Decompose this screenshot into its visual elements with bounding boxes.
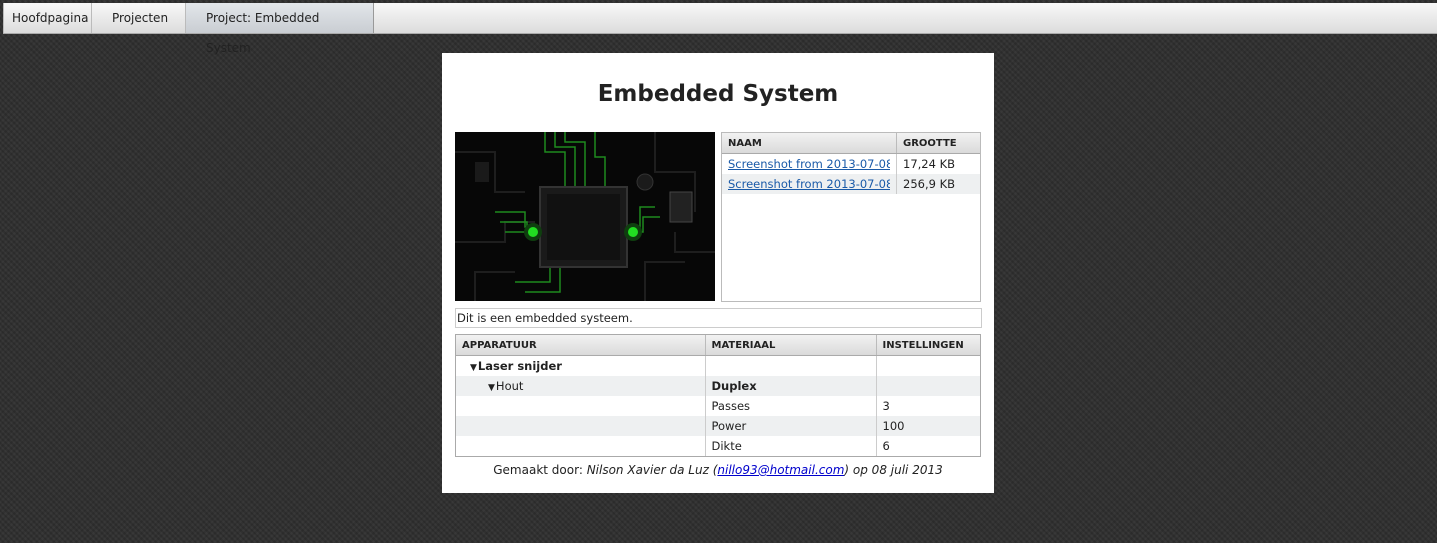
tree-row-machine[interactable]: ▼Laser snijder bbox=[456, 355, 980, 376]
project-description: Dit is een embedded systeem. bbox=[455, 308, 982, 328]
footer-credits: Gemaakt door: Nilson Xavier da Luz (nill… bbox=[442, 463, 994, 477]
material-group-label: Hout bbox=[495, 379, 524, 393]
tab-projecten[interactable]: Projecten bbox=[92, 3, 186, 33]
file-size: 17,24 KB bbox=[896, 153, 980, 174]
tab-project-embedded-system[interactable]: Project: Embedded System bbox=[186, 3, 374, 55]
column-header-naam[interactable]: NAAM bbox=[722, 133, 897, 154]
tree-row-material-group[interactable]: ▼Hout Duplex bbox=[456, 376, 980, 396]
top-navigation-bar: Hoofdpagina Projecten Project: Embedded … bbox=[3, 3, 1437, 55]
setting-value: 3 bbox=[875, 396, 980, 416]
setting-name: Dikte bbox=[704, 436, 876, 456]
machine-label: Laser snijder bbox=[477, 359, 562, 373]
column-header-apparatuur[interactable]: APPARATUUR bbox=[456, 335, 705, 356]
file-row: Screenshot from 2013-07-08 1 17,24 KB bbox=[722, 153, 980, 174]
circuit-board-image bbox=[455, 132, 715, 301]
file-size: 256,9 KB bbox=[896, 174, 980, 194]
equipment-header-row: APPARATUUR MATERIAAL INSTELLINGEN bbox=[456, 335, 980, 356]
author-email-link[interactable]: nillo93@hotmail.com bbox=[717, 463, 844, 477]
expand-triangle-icon[interactable]: ▼ bbox=[488, 383, 495, 393]
project-panel: Embedded System NAAM GROOTTE Screenshot … bbox=[442, 53, 994, 493]
material-label: Duplex bbox=[704, 376, 876, 396]
setting-name: Power bbox=[704, 416, 876, 436]
files-table: NAAM GROOTTE Screenshot from 2013-07-08 … bbox=[722, 133, 980, 194]
page-title: Embedded System bbox=[597, 81, 839, 107]
tree-row-setting: Passes 3 bbox=[456, 396, 980, 416]
file-row: Screenshot from 2013-07-08 1 256,9 KB bbox=[722, 174, 980, 194]
equipment-tree: APPARATUUR MATERIAAL INSTELLINGEN ▼Laser… bbox=[455, 334, 981, 457]
column-header-grootte[interactable]: GROOTTE bbox=[896, 133, 980, 154]
author-name: Nilson Xavier da Luz bbox=[586, 463, 709, 477]
setting-value: 100 bbox=[875, 416, 980, 436]
tree-row-setting: Power 100 bbox=[456, 416, 980, 436]
file-link[interactable]: Screenshot from 2013-07-08 1 bbox=[728, 177, 890, 191]
file-link[interactable]: Screenshot from 2013-07-08 1 bbox=[728, 157, 890, 171]
files-header-row: NAAM GROOTTE bbox=[722, 133, 980, 154]
column-header-instellingen[interactable]: INSTELLINGEN bbox=[875, 335, 980, 356]
tab-hoofdpagina[interactable]: Hoofdpagina bbox=[3, 3, 92, 33]
setting-name: Passes bbox=[704, 396, 876, 416]
files-list: NAAM GROOTTE Screenshot from 2013-07-08 … bbox=[721, 132, 981, 302]
tree-row-setting: Dikte 6 bbox=[456, 436, 980, 456]
footer-prefix: Gemaakt door: bbox=[493, 463, 587, 477]
footer-date: op 08 juli 2013 bbox=[849, 463, 943, 477]
equipment-table: APPARATUUR MATERIAAL INSTELLINGEN ▼Laser… bbox=[456, 335, 980, 456]
setting-value: 6 bbox=[875, 436, 980, 456]
project-image bbox=[455, 132, 715, 301]
column-header-materiaal[interactable]: MATERIAAL bbox=[704, 335, 876, 356]
expand-triangle-icon[interactable]: ▼ bbox=[470, 363, 477, 373]
